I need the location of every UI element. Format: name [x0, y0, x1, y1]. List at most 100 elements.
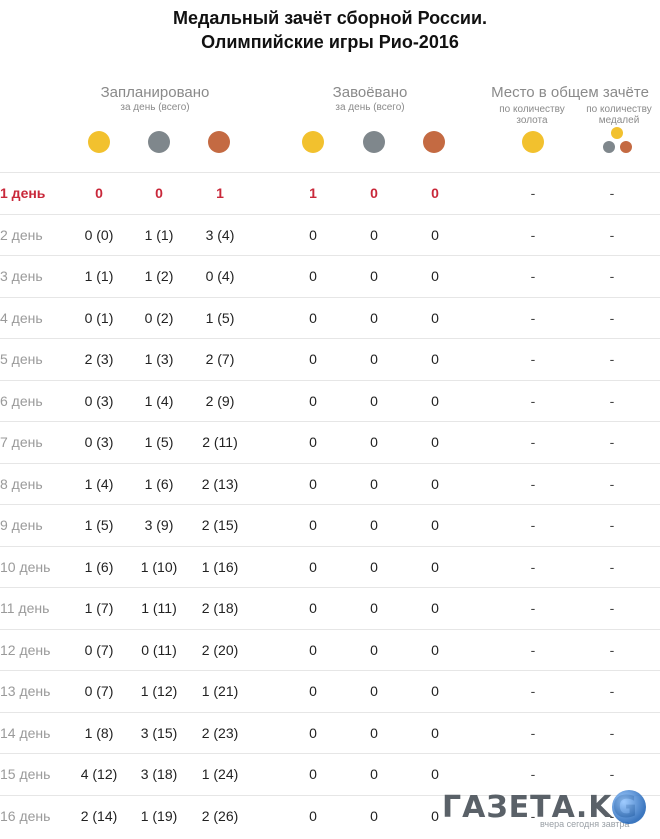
place-by-medals-label: по количеству медалей: [578, 104, 660, 126]
rank-total-cell: -: [609, 351, 615, 367]
planned-bronze-cell: 1 (16): [201, 558, 239, 575]
won-bronze-cell: 0: [431, 517, 439, 533]
table-row: 5 день 2 (3) 1 (3) 2 (7) 0 0 0 - -: [0, 338, 660, 380]
won-gold-cell: 0: [309, 641, 317, 658]
planned-bronze-cell: 2 (20): [201, 641, 239, 658]
won-silver-cell: 0: [370, 724, 378, 741]
planned-gold-cell: 0 (7): [84, 641, 114, 658]
planned-gold-cell: 0 (3): [84, 434, 114, 450]
rank-gold-cell: -: [530, 309, 536, 326]
won-bronze-cell: 0: [431, 268, 439, 284]
day-cell: 5 день: [0, 351, 43, 367]
won-silver-cell: 0: [370, 807, 378, 824]
won-gold-cell: 0: [309, 807, 317, 824]
rank-gold-cell: -: [530, 226, 536, 243]
silver-medal-icon: [148, 131, 170, 153]
rank-total-cell: -: [609, 475, 615, 492]
planned-silver-cell: 1 (3): [144, 351, 174, 367]
planned-silver-cell: 1 (11): [141, 600, 177, 616]
day-cell: 13 день: [0, 683, 51, 699]
planned-silver-cell: 0 (11): [141, 641, 177, 658]
planned-bronze-cell: 2 (7): [205, 351, 235, 367]
won-gold-cell: 0: [309, 475, 317, 492]
won-sublabel: за день (всего): [335, 102, 405, 113]
day-cell: 8 день: [0, 475, 43, 492]
planned-bronze-cell: 2 (23): [201, 724, 239, 741]
by-gold-line-1: по количеству: [499, 104, 565, 115]
planned-gold-cell: 1 (8): [84, 724, 114, 741]
table-row: 3 день 1 (1) 1 (2) 0 (4) 0 0 0 - -: [0, 255, 660, 297]
planned-silver-cell: 3 (15): [140, 724, 178, 741]
by-gold-line-2: золота: [516, 115, 548, 126]
rank-total-cell: -: [609, 434, 615, 450]
watermark-logo: ГАЗЕТА.KG вчера сегодня завтра: [442, 790, 652, 836]
won-bronze-cell: 0: [431, 475, 439, 492]
table-row: 7 день 0 (3) 1 (5) 2 (11) 0 0 0 - -: [0, 421, 660, 463]
won-bronze-cell: 0: [431, 600, 439, 616]
bronze-medal-icon: [423, 131, 445, 153]
table-row: 1 день 0 0 1 1 0 0 - -: [0, 172, 660, 214]
day-cell: 11 день: [0, 600, 50, 616]
day-cell: 7 день: [0, 434, 43, 450]
won-silver-cell: 0: [370, 641, 378, 658]
planned-silver-cell: 3 (18): [140, 766, 178, 782]
won-bronze-cell: 0: [431, 766, 439, 782]
table-row: 9 день 1 (5) 3 (9) 2 (15) 0 0 0 - -: [0, 504, 660, 546]
planned-gold-cell: 1 (1): [84, 268, 114, 284]
planned-silver-cell: 1 (1): [144, 226, 174, 243]
planned-silver-cell: 1 (12): [140, 683, 178, 699]
rank-gold-cell: -: [530, 517, 536, 533]
planned-sublabel: за день (всего): [120, 102, 190, 113]
planned-silver-cell: 1 (19): [140, 807, 178, 824]
planned-header: Запланировано за день (всего): [60, 84, 250, 114]
won-silver-cell: 0: [370, 351, 378, 367]
planned-silver-cell: 1 (10): [140, 558, 178, 575]
won-silver-cell: 0: [370, 683, 378, 699]
planned-silver-cell: 3 (9): [144, 517, 174, 533]
planned-bronze-cell: 2 (11): [202, 434, 238, 450]
planned-bronze-cell: 1 (21): [201, 683, 239, 699]
planned-bronze-cell: 0 (4): [205, 268, 235, 284]
won-gold-cell: 0: [309, 268, 317, 284]
table-row: 13 день 0 (7) 1 (12) 1 (21) 0 0 0 - -: [0, 670, 660, 712]
day-cell: 15 день: [0, 766, 51, 782]
by-medals-line-1: по количеству: [586, 104, 652, 115]
won-silver-cell: 0: [370, 392, 378, 409]
won-bronze-cell: 0: [431, 558, 439, 575]
table-row: 11 день 1 (7) 1 (11) 2 (18) 0 0 0 - -: [0, 587, 660, 629]
page-title: Медальный зачёт сборной России. Олимпийс…: [0, 6, 660, 54]
won-gold-cell: 0: [309, 724, 317, 741]
table-row: 6 день 0 (3) 1 (4) 2 (9) 0 0 0 - -: [0, 379, 660, 422]
won-silver-cell: 0: [370, 309, 378, 326]
won-gold-cell: 0: [309, 434, 317, 450]
won-bronze-cell: 0: [431, 434, 439, 450]
rank-total-cell: -: [609, 724, 615, 741]
planned-silver-cell: 0: [155, 185, 163, 201]
planned-label: Запланировано: [100, 84, 210, 101]
planned-silver-cell: 1 (2): [144, 268, 174, 284]
bronze-medal-icon: [208, 131, 230, 153]
gold-medal-icon: [522, 131, 544, 153]
rank-gold-cell: -: [530, 641, 536, 658]
rank-total-cell: -: [609, 185, 615, 201]
won-label: Завоёвано: [332, 84, 408, 101]
rank-total-cell: -: [609, 558, 615, 575]
won-bronze-cell: 0: [431, 309, 439, 326]
planned-gold-cell: 2 (3): [84, 351, 114, 367]
rank-gold-cell: -: [530, 766, 536, 782]
won-silver-cell: 0: [370, 434, 378, 450]
won-bronze-cell: 0: [431, 351, 439, 367]
place-label: Место в общем зачёте: [491, 84, 649, 101]
planned-gold-cell: 4 (12): [80, 766, 118, 782]
planned-bronze-cell: 2 (13): [201, 475, 239, 492]
planned-gold-cell: 1 (7): [84, 600, 114, 616]
rank-gold-cell: -: [530, 434, 536, 450]
planned-gold-cell: 1 (6): [84, 558, 114, 575]
won-silver-cell: 0: [370, 600, 378, 616]
rank-total-cell: -: [609, 766, 615, 782]
planned-gold-cell: 1 (5): [84, 517, 114, 533]
table-row: 4 день 0 (1) 0 (2) 1 (5) 0 0 0 - -: [0, 296, 660, 339]
won-gold-cell: 0: [309, 226, 317, 243]
rank-total-cell: -: [609, 268, 615, 284]
rank-gold-cell: -: [530, 475, 536, 492]
